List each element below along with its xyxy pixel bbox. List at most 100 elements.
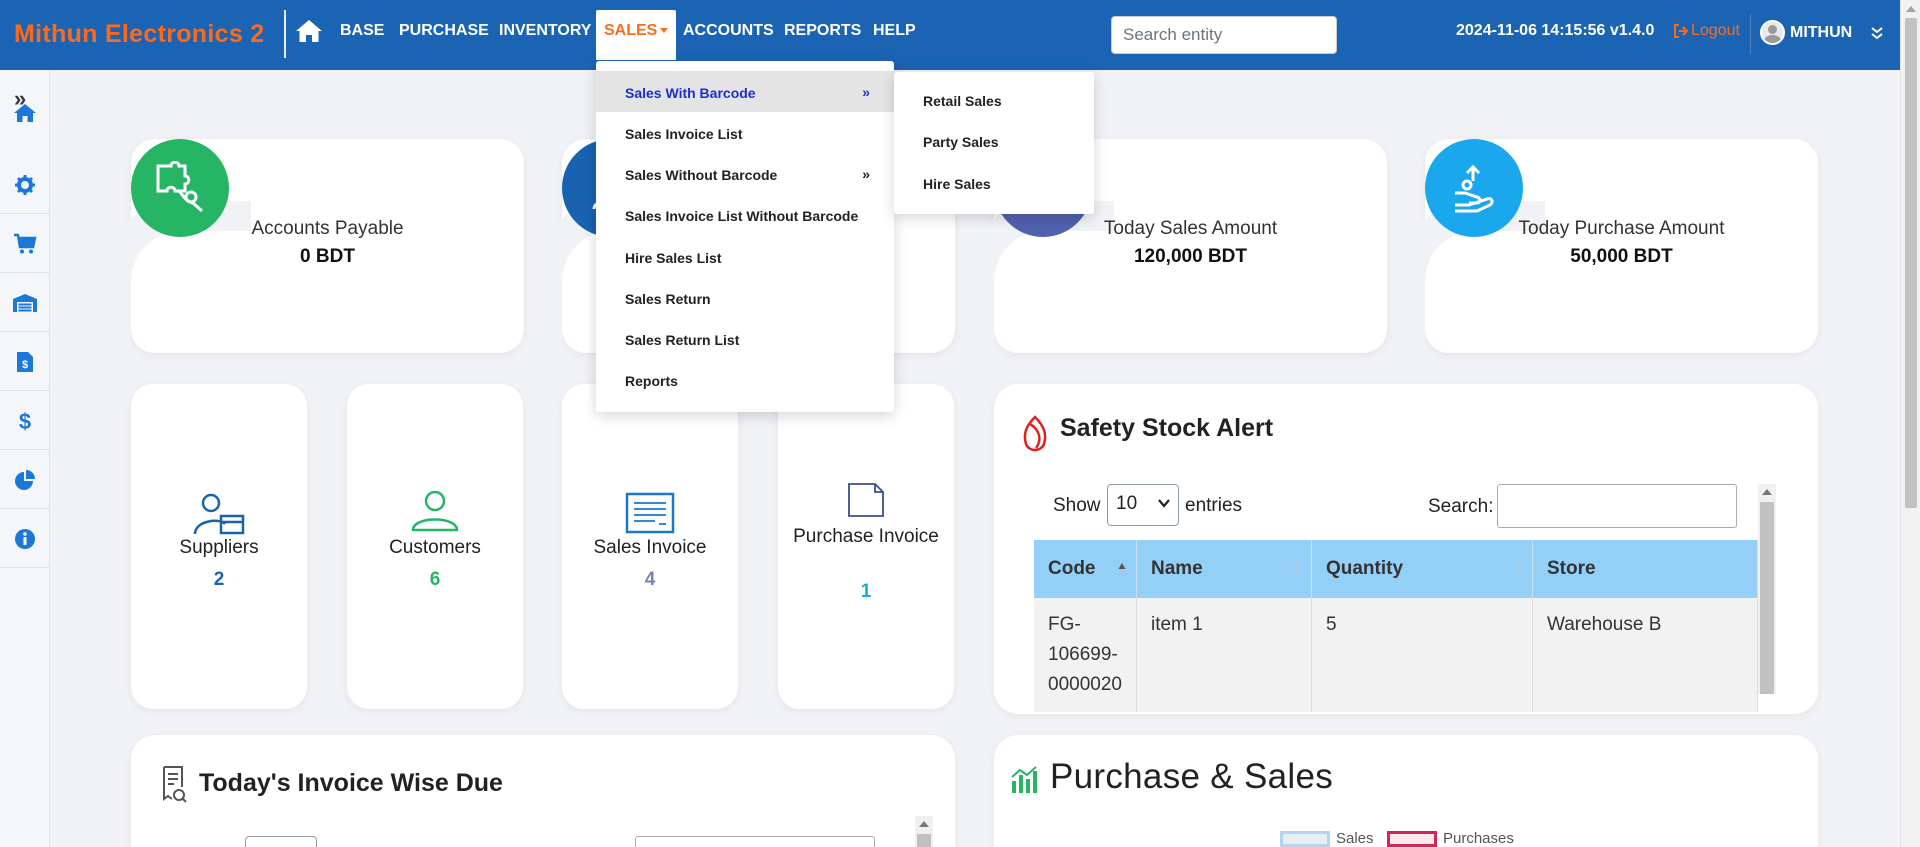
entries-label: entries [1185,495,1243,516]
menu-item-sales-invoice-list-without-barcode[interactable]: Sales Invoice List Without Barcode [596,194,894,235]
menu-item-hire-sales-list[interactable]: Hire Sales List [596,236,894,277]
entries-select[interactable] [245,836,317,847]
sidebar-item-purchase[interactable] [0,215,50,273]
nav-inventory[interactable]: INVENTORY [499,22,591,40]
caret-down-icon [660,28,669,34]
today-sales-label: Today Sales Amount [1103,218,1278,239]
column-header-name[interactable]: Name [1136,540,1312,598]
logout-link[interactable]: Logout [1673,22,1740,40]
customer-icon [347,490,523,532]
table-search-input[interactable] [635,836,875,847]
purchase-invoice-card[interactable]: Purchase Invoice 1 [778,384,954,709]
suppliers-count: 2 [213,569,225,590]
brand-logo[interactable]: Mithun Electronics 2 [14,20,264,49]
svg-text:$: $ [22,359,28,371]
sidebar-item-accounts[interactable]: $ [0,392,50,450]
info-icon [15,528,35,549]
sidebar-item-reports[interactable] [0,451,50,509]
sales-invoice-card[interactable]: Sales Invoice 4 [562,384,738,709]
safety-stock-title: Safety Stock Alert [1060,414,1274,442]
scroll-up-arrow[interactable] [1762,489,1772,495]
sidebar: » $ $ [0,70,50,847]
sidebar-item-inventory[interactable] [0,274,50,332]
sort-asc-icon [1118,563,1126,577]
nav-accounts[interactable]: ACCOUNTS [683,22,774,40]
user-name: MITHUN [1790,23,1853,41]
scroll-thumb[interactable] [1760,502,1774,694]
table-scrollbar[interactable] [915,816,933,847]
svg-text:$: $ [19,409,31,433]
nav-reports[interactable]: REPORTS [784,22,861,40]
table-search-input[interactable] [1497,484,1737,528]
menu-item-sales-return[interactable]: Sales Return [596,277,894,318]
menu-item-sales-with-barcode[interactable]: Sales With Barcode » [596,71,894,112]
column-header-store[interactable]: Store [1532,540,1759,598]
invoice-due-title: Today's Invoice Wise Due [199,769,503,797]
legend-label: Sales [1336,830,1374,847]
nav-sales-label: SALES [604,22,658,39]
home-icon[interactable] [295,18,323,46]
user-menu[interactable]: MITHUN [1760,20,1883,45]
scroll-thumb[interactable] [917,834,931,847]
table-row: FG- 106699- 0000020 item 1 5 Warehouse B [1034,598,1759,712]
submenu-item-retail-sales[interactable]: Retail Sales [923,93,1002,109]
sidebar-item-home[interactable] [0,84,50,142]
column-header-quantity[interactable]: Quantity [1311,540,1533,598]
sidebar-item-settings[interactable] [0,156,50,214]
scroll-up-arrow[interactable] [1906,6,1916,12]
logout-icon [1674,24,1689,38]
double-chevron-down-icon [1871,26,1883,39]
menu-item-sales-invoice-list[interactable]: Sales Invoice List [596,112,894,153]
column-header-code[interactable]: Code [1034,540,1137,598]
menu-item-sales-without-barcode[interactable]: Sales Without Barcode » [596,153,894,194]
accounts-payable-card[interactable]: Accounts Payable 0 BDT [101,139,524,361]
nav-purchase[interactable]: PURCHASE [399,22,489,40]
cart-icon [14,233,37,253]
pie-chart-icon [15,469,35,490]
nav-help[interactable]: HELP [873,22,916,40]
search-entity-input[interactable] [1111,16,1337,54]
submenu-arrow-icon: » [862,84,870,100]
legend-purchases: Purchases [1387,830,1514,847]
sales-with-barcode-submenu: Retail Sales Party Sales Hire Sales [894,72,1094,214]
scroll-up-arrow[interactable] [919,821,929,827]
accounts-payable-value: 0 BDT [300,246,355,267]
datetime-version: 2024-11-06 14:15:56 v1.4.0 [1456,22,1655,39]
sidebar-item-help[interactable] [0,510,50,568]
entries-select[interactable]: 10 [1107,484,1179,526]
sales-invoice-label: Sales Invoice [593,537,707,558]
suppliers-card[interactable]: Suppliers 2 [131,384,307,709]
cell-code: FG- 106699- 0000020 [1034,598,1137,712]
top-navbar: Mithun Electronics 2 BASE PURCHASE INVEN… [0,0,1900,70]
safety-stock-panel: Safety Stock Alert Show 10 entries Searc… [994,384,1818,714]
sales-dropdown-menu: Sales With Barcode » Sales Invoice List S… [596,61,894,412]
invoice-due-panel: Today's Invoice Wise Due [131,735,955,847]
scroll-thumb[interactable] [1905,18,1917,508]
dollar-icon: $ [19,409,31,433]
user-divider [1750,14,1751,54]
sort-icon [1293,563,1301,577]
purchase-sales-title: Purchase & Sales [1050,757,1334,796]
table-scrollbar[interactable] [1758,484,1776,694]
today-purchase-value: 50,000 BDT [1570,246,1673,267]
submenu-item-party-sales[interactable]: Party Sales [923,134,999,150]
entries-select-value: 10 [1116,493,1138,514]
purchase-invoice-label: Purchase Invoice [793,526,939,547]
sidebar-item-sales[interactable]: $ [0,333,50,391]
menu-item-label: Sales Without Barcode [625,167,778,183]
today-purchase-label: Today Purchase Amount [1518,218,1725,239]
legend-sales: Sales [1280,830,1374,847]
submenu-item-hire-sales[interactable]: Hire Sales [923,176,991,192]
menu-item-reports[interactable]: Reports [596,359,894,400]
nav-sales[interactable]: SALES [596,10,677,60]
customers-card[interactable]: Customers 6 [347,384,523,709]
sales-invoice-count: 4 [644,569,656,590]
menu-item-sales-return-list[interactable]: Sales Return List [596,318,894,359]
today-purchase-card[interactable]: Today Purchase Amount 50,000 BDT [1395,139,1818,361]
menu-item-label: Sales With Barcode [625,85,756,101]
cell-quantity: 5 [1311,598,1533,712]
show-label: Show [1053,495,1101,516]
page-scrollbar[interactable] [1900,0,1920,847]
safety-stock-table: Code Name Quantity Store FG- 106699- 000… [1034,540,1759,712]
nav-base[interactable]: BASE [340,22,384,40]
